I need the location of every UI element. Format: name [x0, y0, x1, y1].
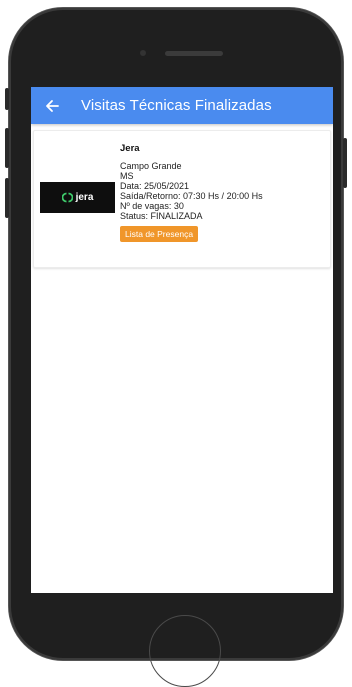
attendance-list-button[interactable]: Lista de Presença	[120, 226, 199, 242]
front-camera	[140, 50, 146, 56]
company-logo: jera	[40, 182, 115, 213]
home-button[interactable]	[149, 615, 221, 687]
visit-info: Jera Campo Grande MS Data: 25/05/2021 Sa…	[120, 143, 263, 242]
visit-status: Status: FINALIZADA	[120, 211, 203, 221]
visit-schedule: Saída/Retorno: 07:30 Hs / 20:00 Hs	[120, 191, 263, 201]
back-arrow-icon[interactable]	[43, 97, 61, 115]
app-screen: Visitas Técnicas Finalizadas jera Jera C…	[31, 87, 333, 593]
visit-date: Data: 25/05/2021	[120, 181, 190, 191]
page-title: Visitas Técnicas Finalizadas	[81, 97, 272, 114]
app-bar: Visitas Técnicas Finalizadas	[31, 87, 333, 124]
logo-text: jera	[75, 192, 94, 203]
company-name: Jera	[120, 143, 140, 154]
jera-logo-icon	[61, 192, 73, 203]
visit-city: Campo Grande	[120, 161, 182, 171]
phone-volume-up-button	[5, 128, 9, 168]
visit-vacancies: Nº de vagas: 30	[120, 201, 184, 211]
earpiece-speaker	[165, 51, 223, 56]
phone-side-button	[5, 88, 9, 110]
phone-volume-down-button	[5, 178, 9, 218]
visit-state: MS	[120, 171, 134, 181]
visit-card[interactable]: jera Jera Campo Grande MS Data: 25/05/20…	[33, 130, 331, 268]
phone-power-button	[343, 138, 347, 188]
